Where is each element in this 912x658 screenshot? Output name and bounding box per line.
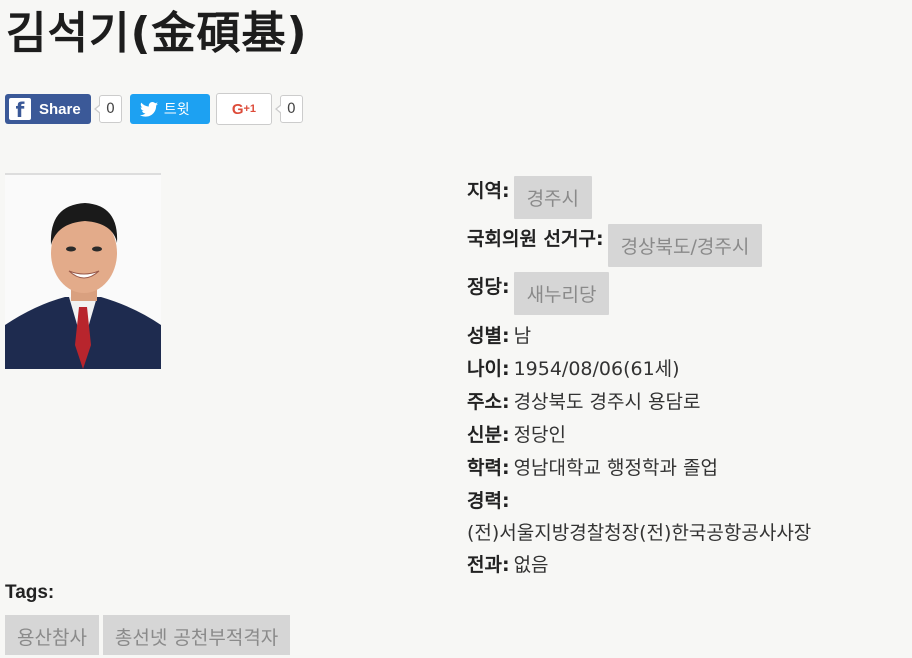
age-label: 나이: xyxy=(467,358,510,380)
profile-photo xyxy=(5,173,161,369)
age-row: 나이: 1954/08/06(61세) xyxy=(467,354,680,381)
occupation-row: 신분: 정당인 xyxy=(467,420,566,447)
district-row: 국회의원 선거구: 경상북도/경주시 xyxy=(467,224,763,267)
education-row: 학력: 영남대학교 행정학과 졸업 xyxy=(467,453,718,480)
google-plus-icon: G xyxy=(231,100,244,118)
twitter-tweet-button[interactable]: 트윗 xyxy=(129,94,210,124)
address-row: 주소: 경상북도 경주시 용담로 xyxy=(467,387,700,414)
facebook-share-button[interactable]: f Share xyxy=(5,94,91,124)
gender-value: 남 xyxy=(513,325,532,347)
education-label: 학력: xyxy=(467,457,510,479)
party-row: 정당: 새누리당 xyxy=(467,272,610,315)
region-chip[interactable]: 경주시 xyxy=(513,176,593,219)
twitter-bird-icon xyxy=(139,101,158,117)
google-plus-button[interactable]: G +1 xyxy=(215,93,272,125)
occupation-value: 정당인 xyxy=(513,424,567,446)
career-value: (전)서울지방경찰청장(전)한국공항공사사장 xyxy=(467,522,812,544)
record-value: 없음 xyxy=(513,554,549,576)
address-value: 경상북도 경주시 용담로 xyxy=(513,391,701,413)
page-title: 김석기(金碩基) xyxy=(6,8,308,59)
education-value: 영남대학교 행정학과 졸업 xyxy=(513,457,718,479)
occupation-label: 신분: xyxy=(467,424,510,446)
share-bar: f Share 0 트윗 G +1 0 xyxy=(5,93,303,125)
record-label: 전과: xyxy=(467,554,510,576)
facebook-share-label: Share xyxy=(39,100,81,118)
party-chip[interactable]: 새누리당 xyxy=(513,272,610,315)
google-plus-one-label: +1 xyxy=(243,103,257,115)
tag-item[interactable]: 총선넷 공천부적격자 xyxy=(102,615,291,655)
facebook-icon: f xyxy=(9,98,31,120)
gender-label: 성별: xyxy=(467,325,510,347)
age-value: 1954/08/06(61세) xyxy=(513,358,680,380)
party-label: 정당: xyxy=(467,276,510,298)
tag-list: 용산참사 총선넷 공천부적격자 xyxy=(5,615,294,655)
gender-row: 성별: 남 xyxy=(467,321,531,348)
district-label: 국회의원 선거구: xyxy=(467,228,604,250)
twitter-tweet-label: 트윗 xyxy=(163,102,190,118)
tag-item[interactable]: 용산참사 xyxy=(5,615,99,655)
facebook-share-count: 0 xyxy=(94,95,122,123)
region-label: 지역: xyxy=(467,180,510,202)
tags-label: Tags: xyxy=(5,582,55,603)
career-label: 경력: xyxy=(467,490,510,512)
record-row: 전과: 없음 xyxy=(467,550,549,577)
district-chip[interactable]: 경상북도/경주시 xyxy=(607,224,763,267)
career-row: 경력: xyxy=(467,486,510,513)
google-plus-count: 0 xyxy=(274,95,303,123)
address-label: 주소: xyxy=(467,391,510,413)
career-detail-row: (전)서울지방경찰청장(전)한국공항공사사장 xyxy=(467,518,811,545)
person-portrait-icon xyxy=(5,175,161,369)
region-row: 지역: 경주시 xyxy=(467,176,593,219)
